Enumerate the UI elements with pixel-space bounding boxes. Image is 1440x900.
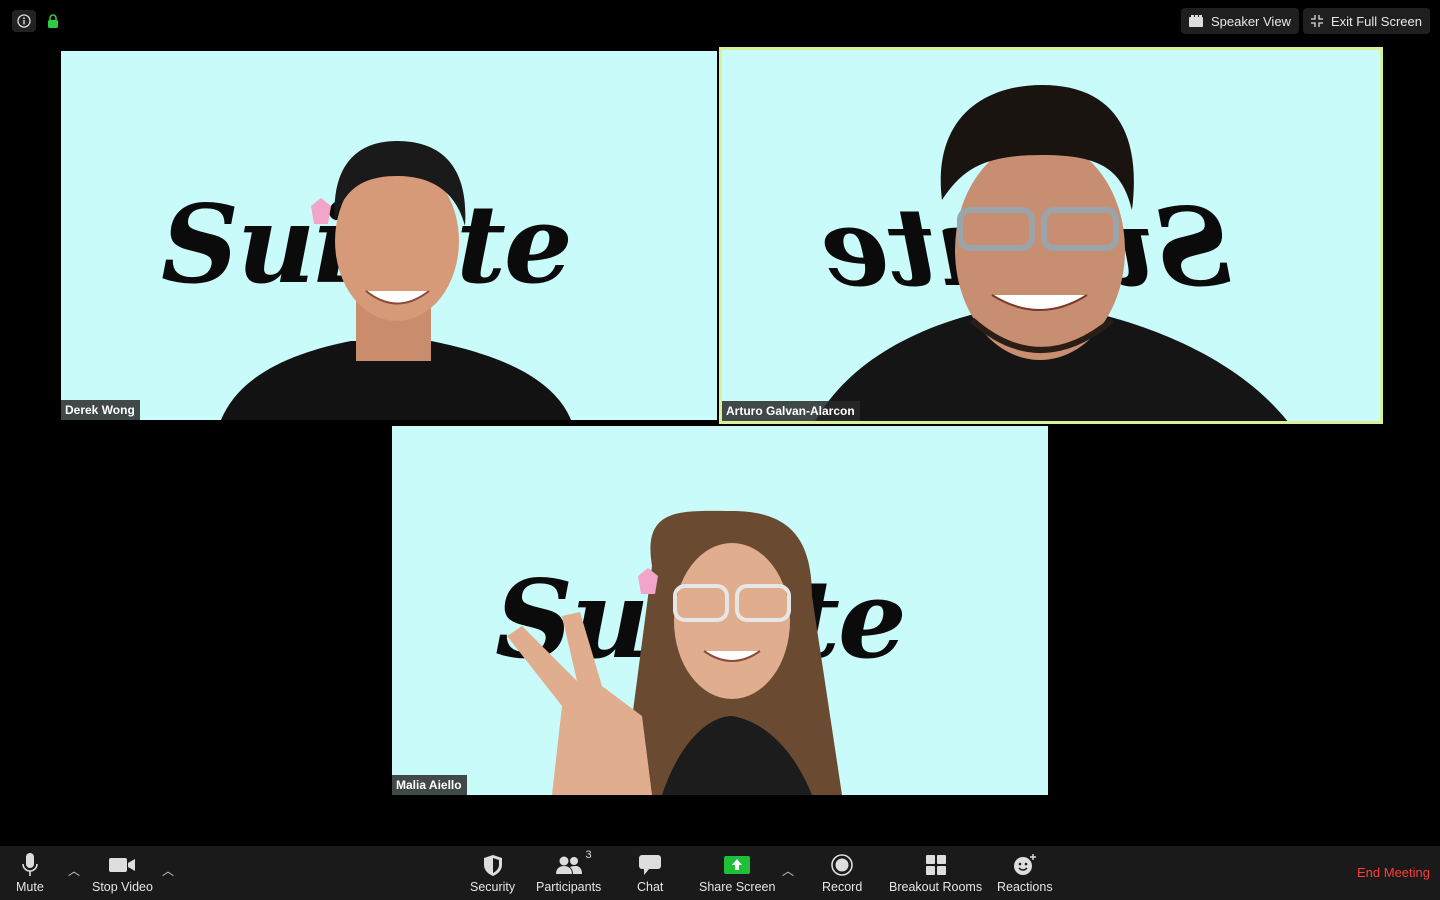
reactions-label: Reactions bbox=[997, 880, 1053, 894]
mute-button[interactable]: Mute bbox=[16, 852, 44, 894]
video-scene: Sui ate bbox=[392, 426, 1048, 795]
security-label: Security bbox=[470, 880, 516, 894]
video-tile-malia[interactable]: Sui ate Malia Aiello bbox=[392, 426, 1048, 795]
video-tile-arturo[interactable]: Sui ate Arturo Galvan-Alarcon bbox=[719, 47, 1383, 424]
participants-count-badge: 3 bbox=[585, 849, 592, 861]
reactions-button[interactable]: Reactions bbox=[997, 852, 1053, 894]
share-screen-button[interactable]: Share Screen bbox=[699, 852, 775, 894]
video-scene: Sui ate bbox=[61, 51, 717, 420]
grid-icon bbox=[925, 852, 946, 878]
share-screen-icon bbox=[724, 852, 751, 878]
participant-silhouette bbox=[815, 85, 1288, 421]
end-meeting-button[interactable]: End Meeting bbox=[1357, 865, 1430, 880]
record-button[interactable]: Record bbox=[822, 852, 862, 894]
security-button[interactable]: Security bbox=[470, 852, 515, 894]
participant-name-tag: Malia Aiello bbox=[392, 775, 467, 795]
microphone-icon bbox=[22, 852, 38, 878]
people-icon: 3 bbox=[555, 849, 592, 878]
share-screen-label: Share Screen bbox=[699, 880, 776, 894]
top-left-controls bbox=[12, 10, 60, 32]
breakout-rooms-button[interactable]: Breakout Rooms bbox=[889, 852, 982, 894]
participants-label: Participants bbox=[536, 880, 602, 894]
video-camera-icon bbox=[109, 852, 136, 878]
shield-icon bbox=[483, 852, 502, 878]
speaker-view-label: Speaker View bbox=[1210, 13, 1291, 29]
info-icon bbox=[17, 14, 31, 28]
speaker-view-button[interactable]: Speaker View bbox=[1180, 8, 1299, 34]
record-label: Record bbox=[822, 880, 863, 894]
participant-name-tag: Derek Wong bbox=[61, 400, 140, 420]
meeting-toolbar: Mute ︿ Stop Video ︿ Security 3 Participa… bbox=[0, 846, 1440, 900]
record-icon bbox=[831, 852, 853, 878]
exit-full-screen-label: Exit Full Screen bbox=[1330, 13, 1422, 29]
audio-options-chevron-up-icon[interactable]: ︿ bbox=[68, 862, 80, 879]
chat-bubble-icon bbox=[639, 852, 662, 878]
mute-label: Mute bbox=[16, 880, 44, 894]
chat-button[interactable]: Chat bbox=[637, 852, 663, 894]
stop-video-label: Stop Video bbox=[92, 880, 153, 894]
video-scene: Sui ate bbox=[722, 50, 1380, 421]
breakout-rooms-label: Breakout Rooms bbox=[889, 880, 983, 894]
share-options-chevron-up-icon[interactable]: ︿ bbox=[782, 862, 794, 879]
participants-button[interactable]: 3 Participants bbox=[536, 849, 602, 894]
lock-icon bbox=[48, 14, 58, 28]
video-options-chevron-up-icon[interactable]: ︿ bbox=[162, 862, 174, 879]
top-right-controls: Speaker View Exit Full Screen bbox=[1180, 8, 1430, 34]
chat-label: Chat bbox=[637, 880, 664, 894]
encryption-lock-button[interactable] bbox=[46, 10, 60, 32]
participant-silhouette bbox=[507, 510, 842, 795]
stop-video-button[interactable]: Stop Video bbox=[92, 852, 153, 894]
video-tile-derek[interactable]: Sui ate Derek Wong bbox=[61, 51, 717, 420]
exit-full-screen-button[interactable]: Exit Full Screen bbox=[1302, 8, 1430, 34]
participant-silhouette bbox=[221, 141, 571, 420]
grid-view-icon bbox=[1188, 15, 1203, 27]
smiley-add-icon bbox=[1013, 852, 1037, 878]
meeting-info-button[interactable] bbox=[12, 10, 36, 32]
exit-fullscreen-icon bbox=[1310, 15, 1323, 27]
participant-name-tag: Arturo Galvan-Alarcon bbox=[722, 401, 860, 421]
